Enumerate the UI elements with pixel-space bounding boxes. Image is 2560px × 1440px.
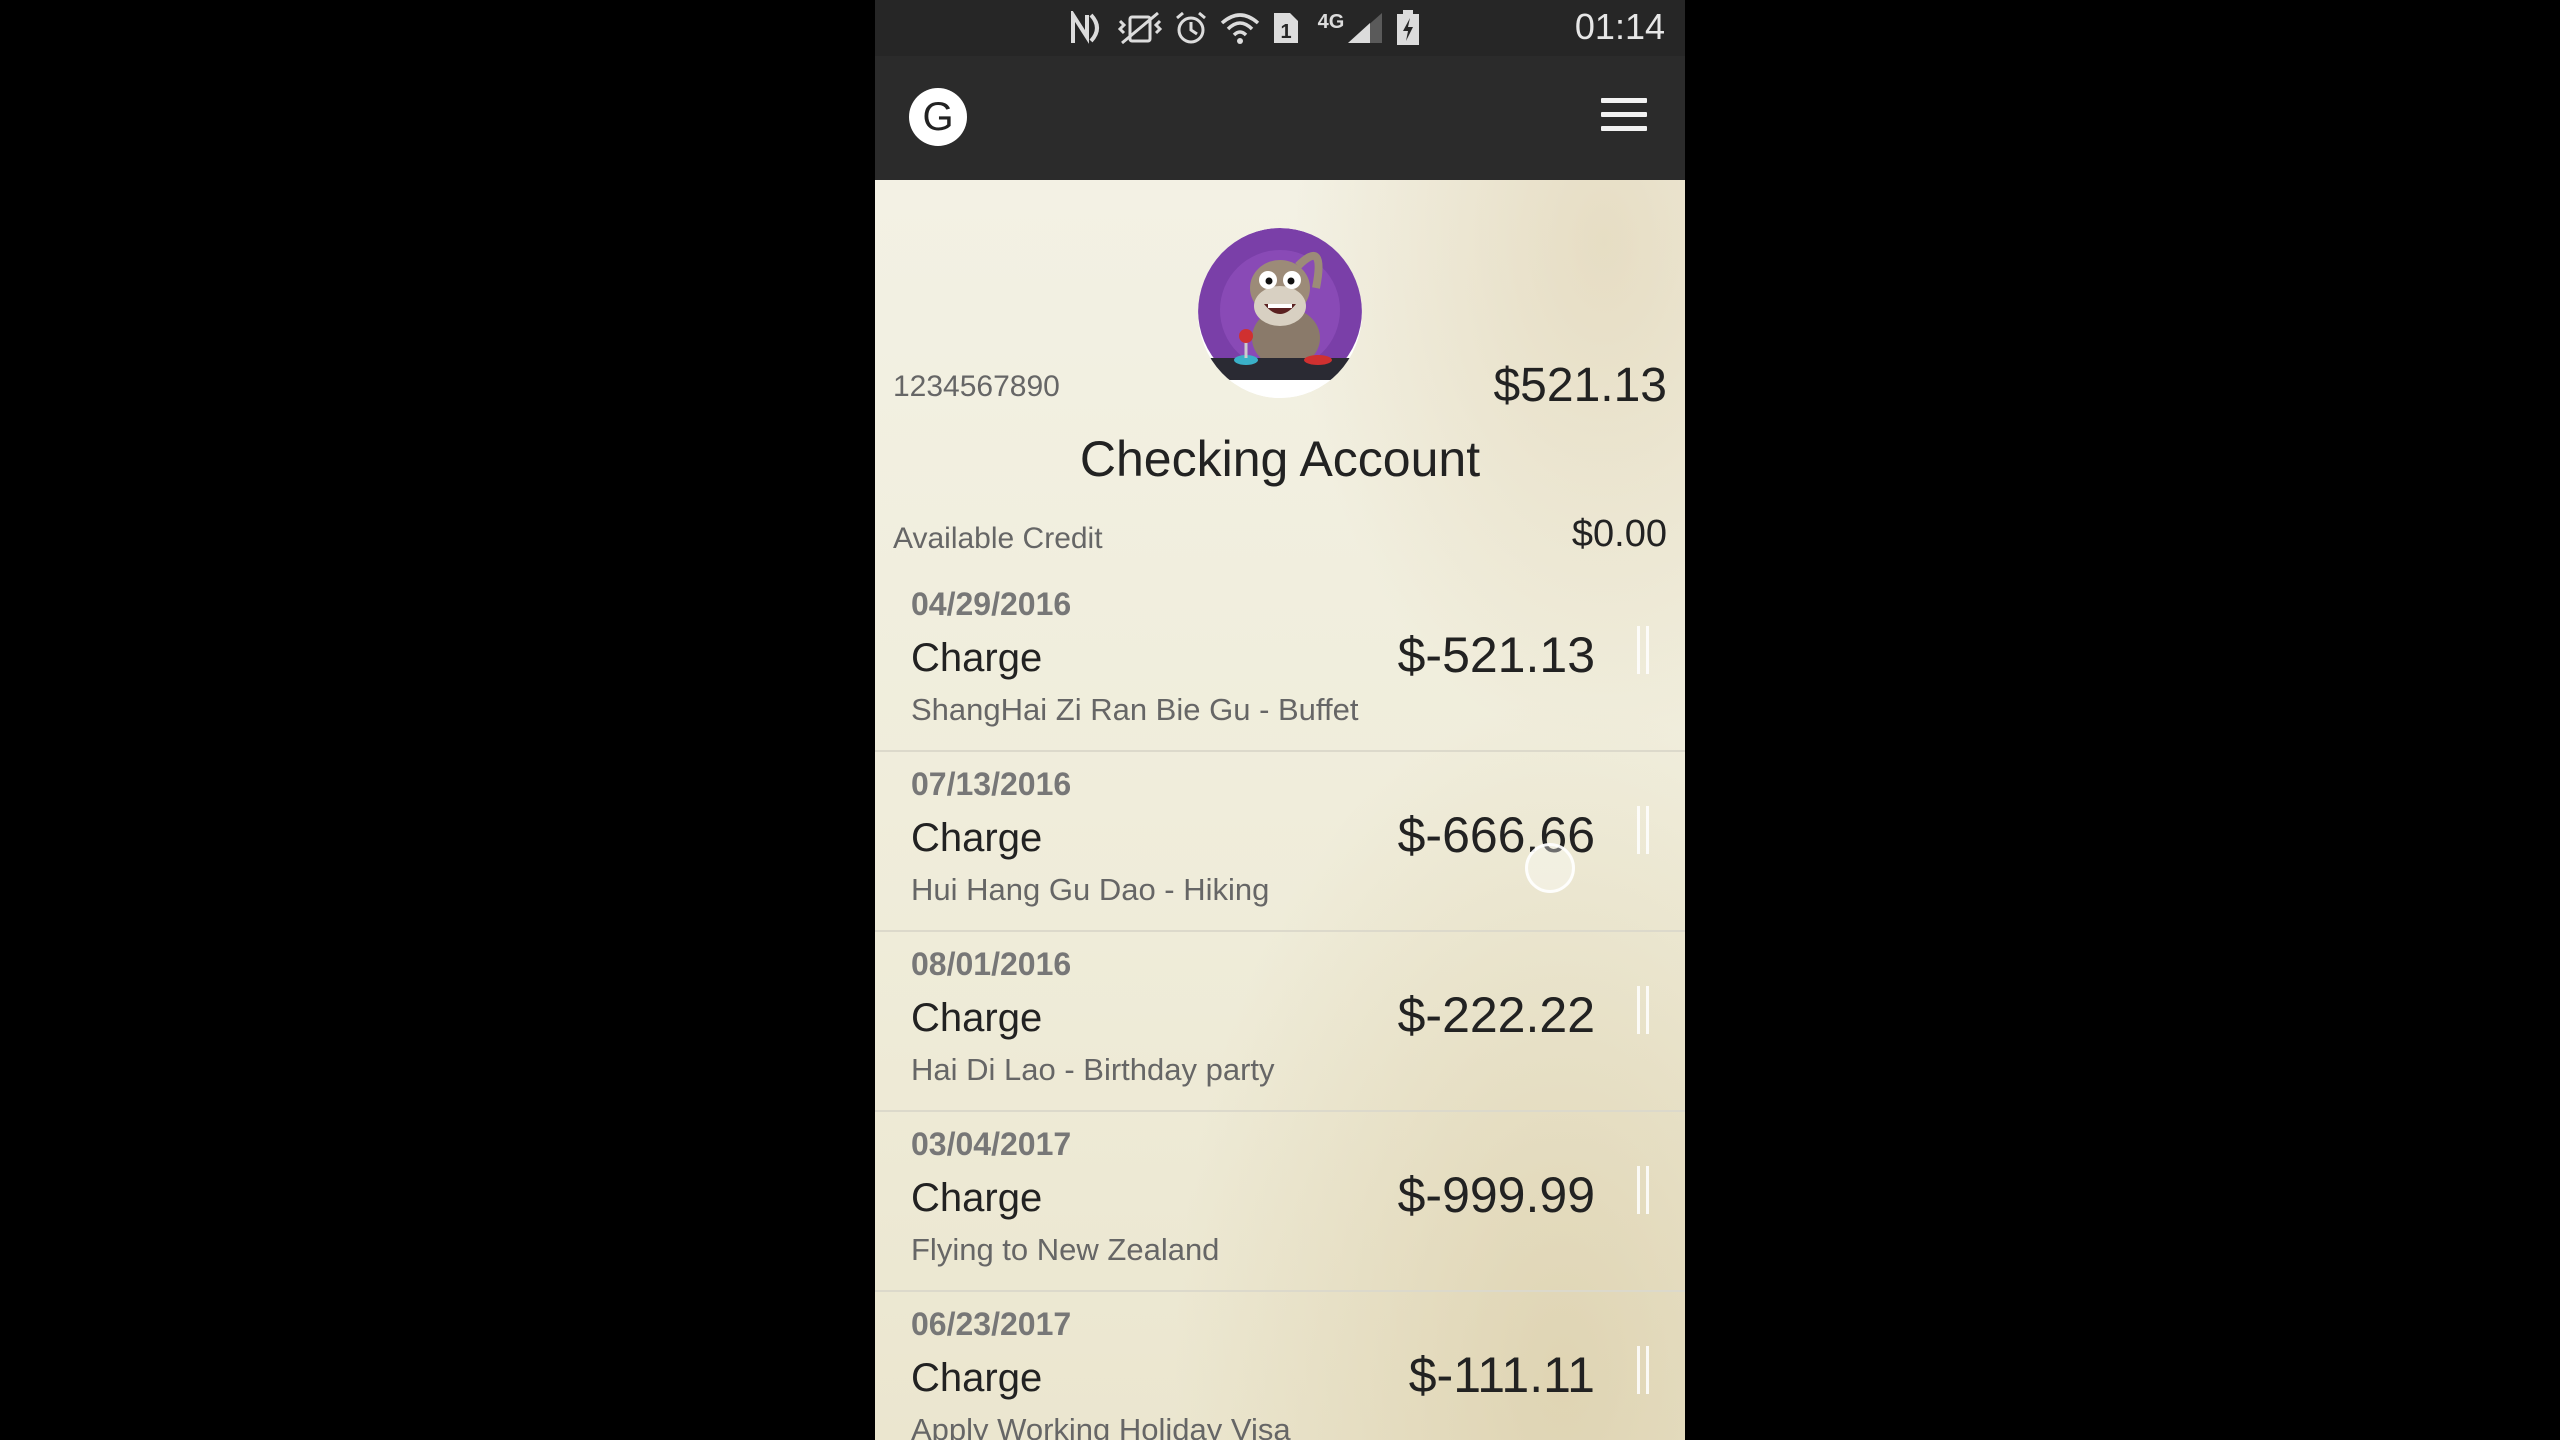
- hamburger-menu-icon[interactable]: [1601, 98, 1647, 136]
- transaction-description: ShangHai Zi Ran Bie Gu - Buffet: [911, 692, 1359, 727]
- touch-indicator: [1525, 843, 1575, 893]
- transaction-type: Charge: [911, 1356, 1043, 1400]
- drag-handle-icon[interactable]: [1637, 626, 1649, 674]
- transaction-row[interactable]: 03/04/2017 Charge $-999.99 Flying to New Ze…: [875, 1110, 1685, 1292]
- transaction-amount: $-111.11: [1408, 1347, 1595, 1403]
- transaction-type: Charge: [911, 1176, 1043, 1220]
- drag-handle-icon[interactable]: [1637, 986, 1649, 1034]
- status-bar: 1 4G 01:14: [875, 0, 1685, 56]
- transaction-type: Charge: [911, 816, 1043, 860]
- signal-icon: [1345, 8, 1385, 48]
- transaction-description: Flying to New Zealand: [911, 1232, 1220, 1267]
- transaction-row[interactable]: 07/13/2016 Charge $-666.66 Hui Hang Gu Dao …: [875, 750, 1685, 932]
- account-content: 1234567890 $521.13 Checking Account Avai…: [875, 180, 1685, 1440]
- transaction-type: Charge: [911, 636, 1043, 680]
- transaction-row[interactable]: 04/29/2016 Charge $-521.13 ShangHai Zi Ran …: [875, 570, 1685, 752]
- transaction-row[interactable]: 06/23/2017 Charge $-111.11 Apply Working Ho…: [875, 1290, 1685, 1440]
- transaction-amount: $-521.13: [1397, 627, 1595, 683]
- alarm-icon: [1171, 8, 1211, 48]
- transaction-description: Hui Hang Gu Dao - Hiking: [911, 872, 1270, 907]
- clock-time: 01:14: [1574, 6, 1665, 47]
- nfc-icon: [1067, 8, 1109, 48]
- available-credit-label: Available Credit: [893, 522, 1103, 555]
- network-type-label: 4G: [1317, 10, 1345, 33]
- drag-handle-icon[interactable]: [1637, 1346, 1649, 1394]
- account-avatar: [1198, 228, 1362, 398]
- transaction-date: 07/13/2016: [911, 766, 1072, 802]
- transaction-date: 06/23/2017: [911, 1306, 1072, 1342]
- transaction-type: Charge: [911, 996, 1043, 1040]
- transaction-amount: $-222.22: [1397, 987, 1595, 1043]
- drag-handle-icon[interactable]: [1637, 806, 1649, 854]
- transaction-row[interactable]: 08/01/2016 Charge $-222.22 Hai Di Lao - Bir…: [875, 930, 1685, 1112]
- transaction-amount: $-999.99: [1397, 1167, 1595, 1223]
- svg-text:1: 1: [1280, 21, 1291, 43]
- app-logo[interactable]: G: [909, 88, 967, 146]
- app-bar: G: [875, 56, 1685, 180]
- transaction-date: 04/29/2016: [911, 586, 1072, 622]
- transaction-date: 08/01/2016: [911, 946, 1072, 982]
- account-title: Checking Account: [1079, 431, 1481, 487]
- battery-charging-icon: [1393, 8, 1423, 48]
- transaction-description: Hai Di Lao - Birthday party: [911, 1052, 1275, 1087]
- drag-handle-icon[interactable]: [1637, 1166, 1649, 1214]
- wifi-icon: [1219, 8, 1261, 48]
- transaction-description: Apply Working Holiday Visa: [911, 1412, 1291, 1440]
- account-balance: $521.13: [1493, 359, 1667, 412]
- available-credit-value: $0.00: [1571, 513, 1667, 555]
- vibrate-icon: [1115, 8, 1165, 48]
- transaction-date: 03/04/2017: [911, 1126, 1072, 1162]
- account-number: 1234567890: [893, 370, 1060, 403]
- phone-screen: 1 4G 01:14 G 1234567890 $521.13 Checking…: [875, 0, 1685, 1440]
- sim-1-icon: 1: [1269, 8, 1301, 48]
